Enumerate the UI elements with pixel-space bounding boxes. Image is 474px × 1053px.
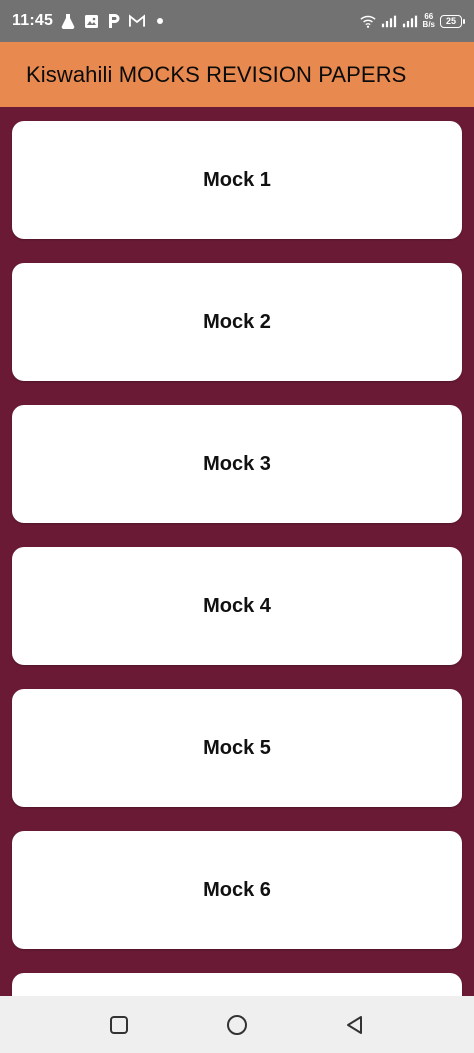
back-triangle-icon — [347, 1015, 362, 1034]
flask-icon — [60, 13, 76, 29]
mock-card-label: Mock 5 — [203, 736, 271, 759]
home-button[interactable] — [217, 1005, 257, 1045]
mock-card-5[interactable]: Mock 5 — [12, 689, 462, 807]
dot-icon — [152, 13, 168, 29]
gmail-icon — [129, 13, 146, 29]
navigation-bar — [0, 996, 474, 1053]
app-bar: Kiswahili MOCKS REVISION PAPERS — [0, 42, 474, 107]
app-title: Kiswahili MOCKS REVISION PAPERS — [26, 61, 407, 87]
back-button[interactable] — [335, 1005, 375, 1045]
mock-card-7[interactable] — [12, 973, 462, 996]
network-speed: 66 B/s — [423, 13, 435, 29]
mock-card-label: Mock 4 — [203, 594, 271, 617]
p-app-icon — [106, 13, 122, 29]
status-time: 11:45 — [12, 12, 54, 29]
network-speed-unit: B/s — [422, 20, 435, 29]
mock-card-label: Mock 2 — [203, 310, 271, 333]
battery-icon: 25 — [440, 14, 465, 28]
status-right: 66 B/s 25 — [359, 13, 465, 29]
signal-icon — [402, 13, 418, 29]
recent-apps-button[interactable] — [99, 1005, 139, 1045]
circle-icon — [227, 1014, 247, 1035]
image-icon — [83, 13, 99, 29]
mock-card-label: Mock 1 — [203, 168, 271, 191]
square-icon — [110, 1015, 128, 1034]
mock-list: Mock 1 Mock 2 Mock 3 Mock 4 Mock 5 Mock … — [0, 107, 474, 996]
mock-card-3[interactable]: Mock 3 — [12, 405, 462, 523]
status-left: 11:45 — [12, 12, 168, 30]
mock-card-label: Mock 6 — [203, 878, 271, 901]
mock-card-6[interactable]: Mock 6 — [12, 831, 462, 949]
mock-card-4[interactable]: Mock 4 — [12, 547, 462, 665]
status-bar: 11:45 66 B/s 25 — [0, 0, 474, 42]
signal-icon — [381, 13, 397, 29]
mock-card-2[interactable]: Mock 2 — [12, 263, 462, 381]
mock-card-1[interactable]: Mock 1 — [12, 121, 462, 239]
wifi-icon — [359, 13, 376, 29]
mock-card-label: Mock 3 — [203, 452, 271, 475]
battery-level: 25 — [445, 16, 456, 26]
